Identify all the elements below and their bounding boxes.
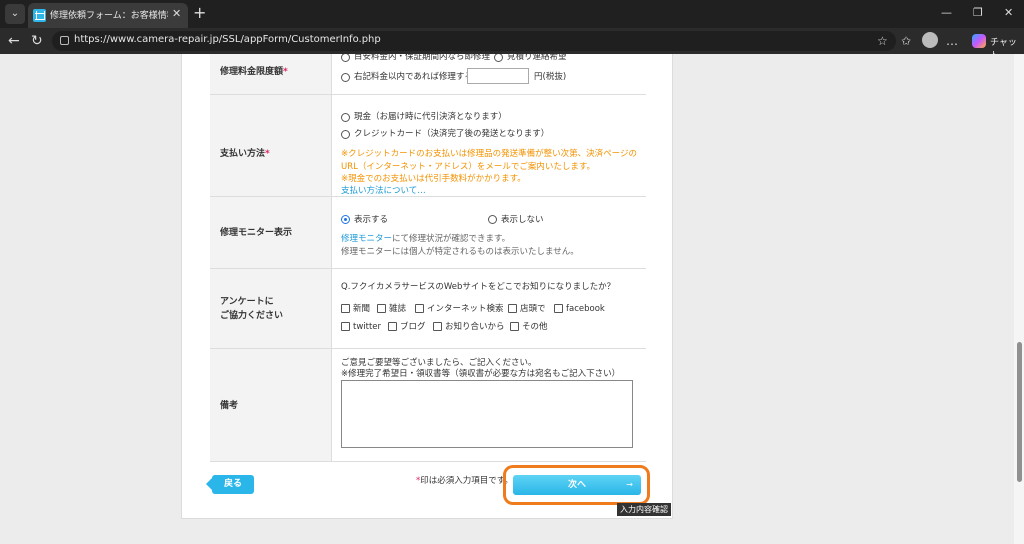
survey-checkbox[interactable] bbox=[341, 322, 350, 331]
url-text: https://www.camera-repair.jp/SSL/appForm… bbox=[74, 34, 381, 45]
survey-option-label: 店頭で bbox=[520, 304, 546, 314]
survey-option-label: お知り合いから bbox=[445, 322, 505, 332]
survey-checkbox[interactable] bbox=[415, 304, 424, 313]
survey-checkbox[interactable] bbox=[377, 304, 386, 313]
payment-cash-radio[interactable] bbox=[341, 113, 350, 122]
survey-checkbox[interactable] bbox=[433, 322, 442, 331]
payment-cash-label: 現金（お届け時に代引決済となります） bbox=[354, 112, 507, 122]
browser-tab-bar: ⌄ 修理依頼フォーム：お客様情報入力 ✕ + — ❐ ✕ bbox=[0, 0, 1024, 28]
row-label: アンケートに ご協力ください bbox=[210, 269, 332, 348]
monitor-label: 修理モニター表示 bbox=[220, 228, 293, 238]
row-label: 備考 bbox=[210, 349, 332, 461]
survey-option-label: その他 bbox=[522, 322, 548, 332]
payment-note-1: ※クレジットカードのお支払いは修理品の発送準備が整い次第、決済ページの bbox=[341, 149, 637, 159]
scrollbar-thumb[interactable] bbox=[1017, 342, 1022, 482]
required-note: *印は必須入力項目です。 bbox=[416, 476, 513, 486]
copilot-icon bbox=[972, 34, 986, 48]
row-payment: 支払い方法* 現金（お届け時に代引決済となります） クレジットカード（決済完了後… bbox=[210, 95, 646, 197]
survey-checkbox[interactable] bbox=[554, 304, 563, 313]
copilot-chat-button[interactable]: チャット bbox=[968, 31, 1020, 61]
row-label: 修理モニター表示 bbox=[210, 197, 332, 268]
next-button-label: 次へ bbox=[567, 480, 586, 490]
favicon-icon bbox=[33, 9, 46, 22]
price-limit-label: 修理料金限度額* bbox=[220, 67, 288, 77]
monitor-hide-label: 表示しない bbox=[501, 215, 544, 225]
page-scrollbar[interactable] bbox=[1014, 54, 1024, 544]
payment-info-link[interactable]: 支払い方法について… bbox=[341, 185, 426, 197]
monitor-show-radio[interactable] bbox=[341, 215, 350, 224]
survey-question: Q.フクイカメラサービスのWebサイトをどこでお知りになりましたか？ bbox=[341, 282, 616, 292]
survey-checkbox[interactable] bbox=[388, 322, 397, 331]
price-option-1-radio[interactable] bbox=[341, 54, 350, 62]
profile-avatar[interactable] bbox=[922, 32, 938, 48]
price-option-3-label: 右記料金以内であれば修理する bbox=[354, 72, 473, 82]
price-option-2-radio[interactable] bbox=[494, 54, 503, 62]
survey-option-label: twitter bbox=[353, 322, 382, 332]
payment-note-2: URL（インターネット・アドレス）をメールでご案内いたします。 bbox=[341, 162, 596, 172]
new-tab-icon[interactable]: + bbox=[193, 4, 206, 22]
browser-tab[interactable]: 修理依頼フォーム：お客様情報入力 ✕ bbox=[28, 3, 188, 28]
favorite-star-icon[interactable]: ☆ bbox=[877, 33, 888, 49]
price-amount-input[interactable] bbox=[467, 68, 529, 84]
survey-label-2: ご協力ください bbox=[220, 311, 284, 321]
row-label: 支払い方法* bbox=[210, 95, 332, 196]
arrow-right-icon: → bbox=[626, 480, 633, 489]
price-option-1-label: 目安料金内・保証期間内なら即修理 bbox=[354, 54, 491, 62]
survey-option-label: ブログ bbox=[400, 322, 426, 332]
browser-nav-bar: ← ↻ https://www.camera-repair.jp/SSL/app… bbox=[0, 28, 1024, 61]
more-menu-icon[interactable]: … bbox=[946, 33, 958, 49]
minimize-icon[interactable]: — bbox=[941, 6, 952, 19]
survey-option-label: 新聞 bbox=[353, 304, 371, 314]
survey-checkbox[interactable] bbox=[508, 304, 517, 313]
price-option-2-label: 見積り連絡希望 bbox=[507, 54, 567, 62]
site-info-icon[interactable] bbox=[60, 36, 69, 45]
next-button[interactable]: 次へ → bbox=[513, 475, 641, 495]
row-monitor: 修理モニター表示 表示する 表示しない 修理モニターにて修理状況が確認できます。… bbox=[210, 197, 646, 269]
close-tab-icon[interactable]: ✕ bbox=[172, 7, 181, 20]
price-option-3-radio[interactable] bbox=[341, 73, 350, 82]
window-close-icon[interactable]: ✕ bbox=[1004, 6, 1013, 19]
survey-checkbox[interactable] bbox=[510, 322, 519, 331]
favorites-icon[interactable]: ✩ bbox=[901, 33, 911, 49]
tab-list-icon[interactable]: ⌄ bbox=[5, 4, 25, 24]
row-survey: アンケートに ご協力ください Q.フクイカメラサービスのWebサイトをどこでお知… bbox=[210, 269, 646, 349]
price-suffix: 円(税抜) bbox=[534, 72, 567, 82]
next-tooltip: 入力内容確認 bbox=[617, 503, 671, 516]
back-button[interactable]: 戻る bbox=[206, 475, 254, 494]
payment-card-label: クレジットカード（決済完了後の発送となります） bbox=[354, 129, 550, 139]
row-remarks: 備考 ご意見ご要望等ございましたら、ご記入ください。 ※修理完了希望日・領収書等… bbox=[210, 349, 646, 462]
row-price-limit: 修理料金限度額* 目安料金内・保証期間内なら即修理 見積り連絡希望 右記料金以内… bbox=[210, 54, 646, 95]
monitor-info-1: 修理モニターにて修理状況が確認できます。 bbox=[341, 234, 511, 244]
back-arrow-icon[interactable]: ← bbox=[8, 33, 20, 49]
monitor-hide-radio[interactable] bbox=[488, 215, 497, 224]
survey-checkbox[interactable] bbox=[341, 304, 350, 313]
maximize-icon[interactable]: ❐ bbox=[973, 6, 983, 19]
payment-note-3: ※現金でのお支払いは代引手数料がかかります。 bbox=[341, 174, 526, 184]
survey-option-label: facebook bbox=[566, 304, 605, 314]
page-viewport: 修理料金限度額* 目安料金内・保証期間内なら即修理 見積り連絡希望 右記料金以内… bbox=[0, 54, 1014, 544]
monitor-link[interactable]: 修理モニター bbox=[341, 234, 392, 244]
tab-title: 修理依頼フォーム：お客様情報入力 bbox=[50, 11, 168, 21]
row-label: 修理料金限度額* bbox=[210, 54, 332, 94]
survey-option-label: 雑誌 bbox=[389, 304, 407, 314]
remarks-textarea[interactable] bbox=[341, 380, 633, 448]
reload-icon[interactable]: ↻ bbox=[31, 33, 43, 49]
remarks-label: 備考 bbox=[220, 401, 239, 411]
survey-label-1: アンケートに bbox=[220, 297, 274, 307]
address-bar[interactable]: https://www.camera-repair.jp/SSL/appForm… bbox=[52, 31, 896, 51]
payment-card-radio[interactable] bbox=[341, 130, 350, 139]
payment-label: 支払い方法* bbox=[220, 149, 270, 159]
monitor-show-label: 表示する bbox=[354, 215, 389, 225]
monitor-info-2: 修理モニターには個人が特定されるものは表示いたしません。 bbox=[341, 247, 579, 257]
remarks-note-2: ※修理完了希望日・領収書等（領収書が必要な方は宛名もご記入下さい） bbox=[341, 369, 621, 379]
survey-option-label: インターネット検索 bbox=[427, 304, 504, 314]
